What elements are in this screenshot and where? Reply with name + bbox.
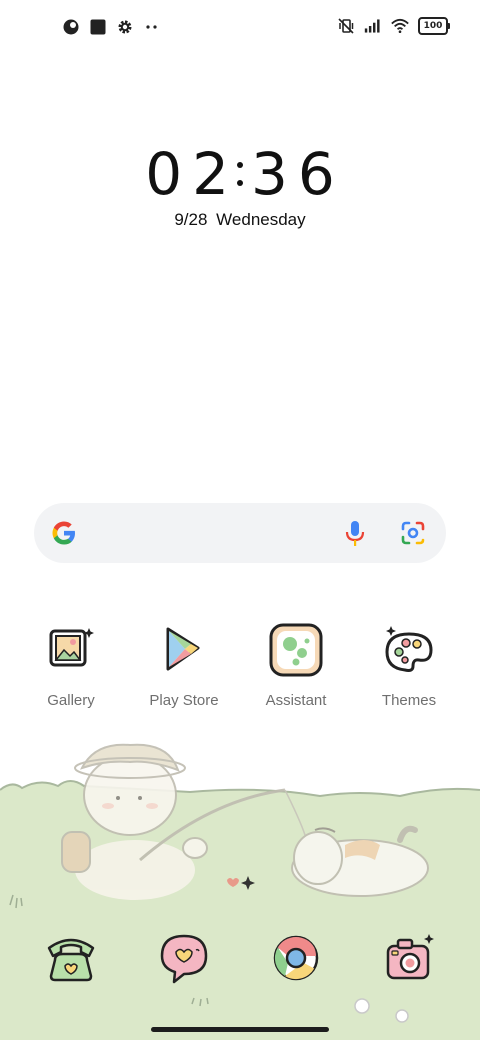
app-label: Assistant bbox=[265, 692, 327, 709]
navigation-handle[interactable] bbox=[151, 1027, 329, 1032]
camera-icon bbox=[386, 934, 434, 980]
dock-camera[interactable] bbox=[354, 930, 464, 986]
status-bar: 100 bbox=[0, 14, 480, 42]
signal-icon bbox=[364, 19, 380, 33]
chrome-icon bbox=[273, 935, 319, 981]
more-dots-icon bbox=[146, 25, 157, 29]
date-text: 9/28 bbox=[174, 210, 208, 229]
app-label: Play Store bbox=[149, 692, 219, 709]
status-bar-left bbox=[62, 18, 161, 36]
app-themes[interactable]: Themes bbox=[354, 622, 464, 709]
play-store-icon bbox=[166, 627, 200, 671]
google-lens-icon[interactable] bbox=[400, 520, 426, 546]
app-gallery[interactable]: Gallery bbox=[16, 622, 126, 709]
clock-time: 0 2 3 6 bbox=[0, 140, 480, 208]
themes-icon bbox=[385, 626, 433, 672]
theme-circle-icon bbox=[63, 19, 79, 35]
app-play-store[interactable]: Play Store bbox=[129, 622, 239, 709]
app-assistant[interactable]: Assistant bbox=[241, 622, 351, 709]
google-g-icon bbox=[52, 521, 75, 545]
gallery-icon bbox=[49, 628, 94, 667]
clock-hour-tens: 0 bbox=[145, 140, 183, 208]
clock-minute-ones: 6 bbox=[297, 140, 335, 208]
app-label: Themes bbox=[381, 692, 437, 709]
square-icon bbox=[90, 19, 106, 35]
google-search-bar[interactable] bbox=[34, 503, 446, 563]
clock-date: 9/28 Wednesday bbox=[0, 210, 480, 230]
messages-icon bbox=[160, 934, 208, 984]
dock-phone[interactable] bbox=[16, 930, 126, 986]
phone-icon bbox=[47, 938, 95, 982]
grass-field bbox=[0, 781, 480, 1040]
weekday-text: Wednesday bbox=[216, 210, 306, 229]
status-bar-right: 100 bbox=[337, 17, 450, 35]
wifi-icon bbox=[391, 18, 409, 34]
settings-gear-icon bbox=[118, 20, 132, 34]
clock-widget[interactable]: 0 2 3 6 9/28 Wednesday bbox=[0, 140, 480, 230]
clock-colon bbox=[237, 162, 243, 186]
microphone-icon[interactable] bbox=[344, 520, 366, 547]
clock-minute-tens: 3 bbox=[251, 140, 288, 208]
dock-messages[interactable] bbox=[129, 930, 239, 986]
clock-hour-ones: 2 bbox=[192, 140, 229, 208]
app-label: Gallery bbox=[47, 692, 95, 709]
dock-chrome[interactable] bbox=[241, 930, 351, 986]
battery-icon: 100 bbox=[418, 17, 450, 35]
assistant-icon bbox=[269, 623, 323, 677]
vibrate-off-icon bbox=[338, 18, 354, 34]
battery-level: 100 bbox=[418, 17, 448, 35]
